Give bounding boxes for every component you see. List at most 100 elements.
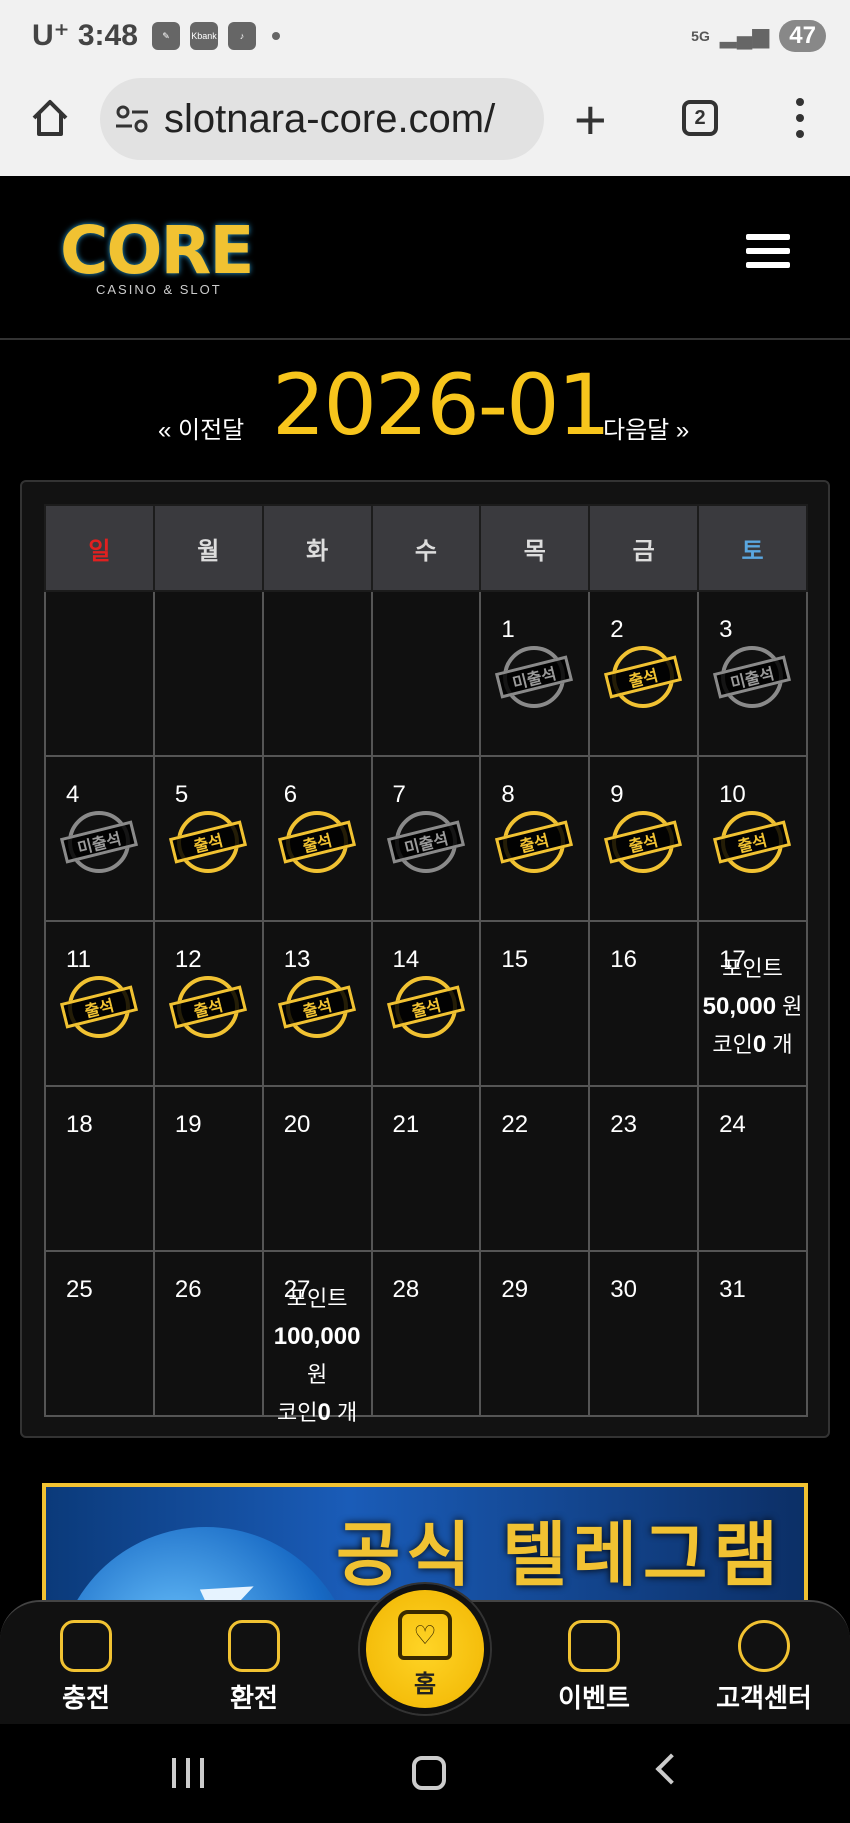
day-number: 16 [610,946,637,973]
day-number: 29 [501,1276,529,1303]
calendar-day-cell[interactable]: 27 포인트 100,000 원 코인0 개 [261,1250,373,1426]
calendar-day-cell[interactable]: 28 [370,1250,482,1417]
calendar-day-cell[interactable]: 14 출석 [370,920,482,1087]
back-icon[interactable] [655,1753,687,1785]
system-navigation [0,1724,850,1823]
day-number: 23 [610,1111,637,1138]
day-number: 25 [66,1276,93,1303]
calendar-day-cell[interactable]: 6 출석 [261,755,373,922]
exchange-icon [228,1620,280,1672]
nav-charge-label: 충전 [62,1683,110,1713]
nav-home-button[interactable]: ♡ 홈 [360,1584,490,1714]
calendar-day-cell[interactable]: 31 [697,1250,808,1417]
calendar-day-cell[interactable]: 26 [152,1250,264,1417]
nav-event-label: 이벤트 [558,1683,630,1713]
nav-charge[interactable]: 충전 [26,1620,146,1715]
calendar-week-row: 4 미출석 5 출석 6 출석 7 미출석 8 출석 9 출석 10 출석 [44,755,808,922]
nav-support[interactable]: 고객센터 [704,1620,824,1715]
recent-apps-icon[interactable] [172,1758,204,1788]
calendar-day-cell[interactable]: 8 출석 [479,755,591,922]
attended-stamp-icon: 출석 [604,646,683,708]
nav-event[interactable]: 이벤트 [534,1620,654,1715]
calendar-day-cell[interactable]: 16 [588,920,700,1087]
weekday-header: 월 [152,504,264,592]
attended-stamp-icon: 출석 [495,811,574,873]
calendar-day-cell[interactable]: 5 출석 [152,755,264,922]
site-settings-icon[interactable] [114,101,150,137]
new-tab-button[interactable]: + [574,92,607,148]
site-logo[interactable]: CORE CASINO & SLOT [60,218,254,298]
site-header: CORE CASINO & SLOT [0,176,850,340]
calendar-day-cell[interactable]: 11 출석 [44,920,155,1087]
tiktok-icon: ♪ [228,22,256,50]
absent-stamp-icon: 미출석 [495,646,574,708]
day-number: 12 [174,946,202,973]
calendar-day-cell[interactable]: 30 [588,1250,700,1417]
calendar-day-cell [44,590,155,757]
headset-icon [738,1620,790,1672]
calendar-day-cell[interactable]: 15 [479,920,591,1087]
next-month-link[interactable]: 다음달 » [603,410,689,445]
calendar-day-cell[interactable]: 22 [479,1085,591,1252]
calendar-day-cell[interactable]: 12 출석 [152,920,264,1087]
bee-icon: ✎ [152,22,180,50]
day-number: 28 [392,1276,420,1303]
day-number: 7 [392,781,406,808]
weekday-header: 토 [697,504,808,592]
calendar-day-cell[interactable]: 18 [44,1085,155,1252]
menu-icon[interactable] [746,234,790,268]
point-label: 포인트 [722,956,783,981]
day-number: 10 [719,781,746,808]
calendar-day-cell[interactable]: 29 [479,1250,591,1417]
nav-home-label: 홈 [413,1671,437,1698]
network-indicator: 5G [691,28,710,44]
status-bar: U⁺ 3:48 ✎ Kbank ♪ 5G ▂▄▆ 47 [0,0,850,72]
calendar-day-cell[interactable]: 1 미출석 [479,590,591,757]
reward-info: 포인트 100,000 원 코인0 개 [264,1280,371,1432]
more-menu-icon[interactable] [796,98,804,138]
home-icon[interactable] [28,96,72,140]
attended-stamp-icon: 출석 [168,811,247,873]
calendar-day-cell [152,590,264,757]
calendar-day-cell[interactable]: 4 미출석 [44,755,155,922]
attended-stamp-icon: 출석 [277,976,356,1038]
calendar-day-cell[interactable]: 3 미출석 [697,590,808,757]
tab-switcher-button[interactable]: 2 [682,100,718,136]
nav-exchange[interactable]: 환전 [194,1620,314,1715]
calendar-day-cell[interactable]: 20 [261,1085,373,1252]
calendar-day-cell[interactable]: 23 [588,1085,700,1252]
weekday-header: 일 [44,504,155,592]
calendar-day-cell[interactable]: 25 [44,1250,155,1417]
point-amount: 100,000 [273,1323,361,1350]
calendar-day-cell[interactable]: 13 출석 [261,920,373,1087]
calendar-day-cell[interactable]: 24 [697,1085,808,1252]
attendance-calendar: 일월화수목금토 1 미출석 2 출석 3 미출석 4 미출석 5 출석 6 출석 7 미출석 8 출석 9 출석 1… [20,480,830,1438]
calendar-day-cell[interactable]: 21 [370,1085,482,1252]
weekday-header-row: 일월화수목금토 [44,504,808,592]
nav-support-label: 고객센터 [716,1683,812,1713]
point-unit: 원 [782,994,803,1019]
url-text[interactable]: slotnara-core.com/ [164,97,534,142]
day-number: 9 [610,781,624,808]
calendar-day-cell[interactable]: 9 출석 [588,755,700,922]
coin-label: 코인 [277,1400,318,1425]
day-number: 3 [719,616,733,643]
calendar-day-cell[interactable]: 7 미출석 [370,755,482,922]
address-bar[interactable]: slotnara-core.com/ [100,78,544,160]
prev-month-link[interactable]: « 이전달 [158,410,244,445]
calendar-day-cell[interactable]: 10 출석 [697,755,808,922]
system-home-icon[interactable] [412,1756,446,1790]
day-number: 18 [66,1111,93,1138]
reward-info: 포인트 50,000 원 코인0 개 [699,950,806,1064]
day-number: 30 [610,1276,637,1303]
month-navigation: « 이전달 2026-01 다음달 » [0,350,850,454]
day-number: 8 [501,781,515,808]
calendar-day-cell[interactable]: 17 포인트 50,000 원 코인0 개 [697,920,808,1087]
calendar-day-cell[interactable]: 19 [152,1085,264,1252]
calendar-day-cell[interactable]: 2 출석 [588,590,700,757]
day-number: 2 [610,616,624,643]
attended-stamp-icon: 출석 [713,811,792,873]
day-number: 21 [392,1111,420,1138]
day-number: 15 [501,946,529,973]
browser-toolbar: slotnara-core.com/ + 2 [0,72,850,176]
